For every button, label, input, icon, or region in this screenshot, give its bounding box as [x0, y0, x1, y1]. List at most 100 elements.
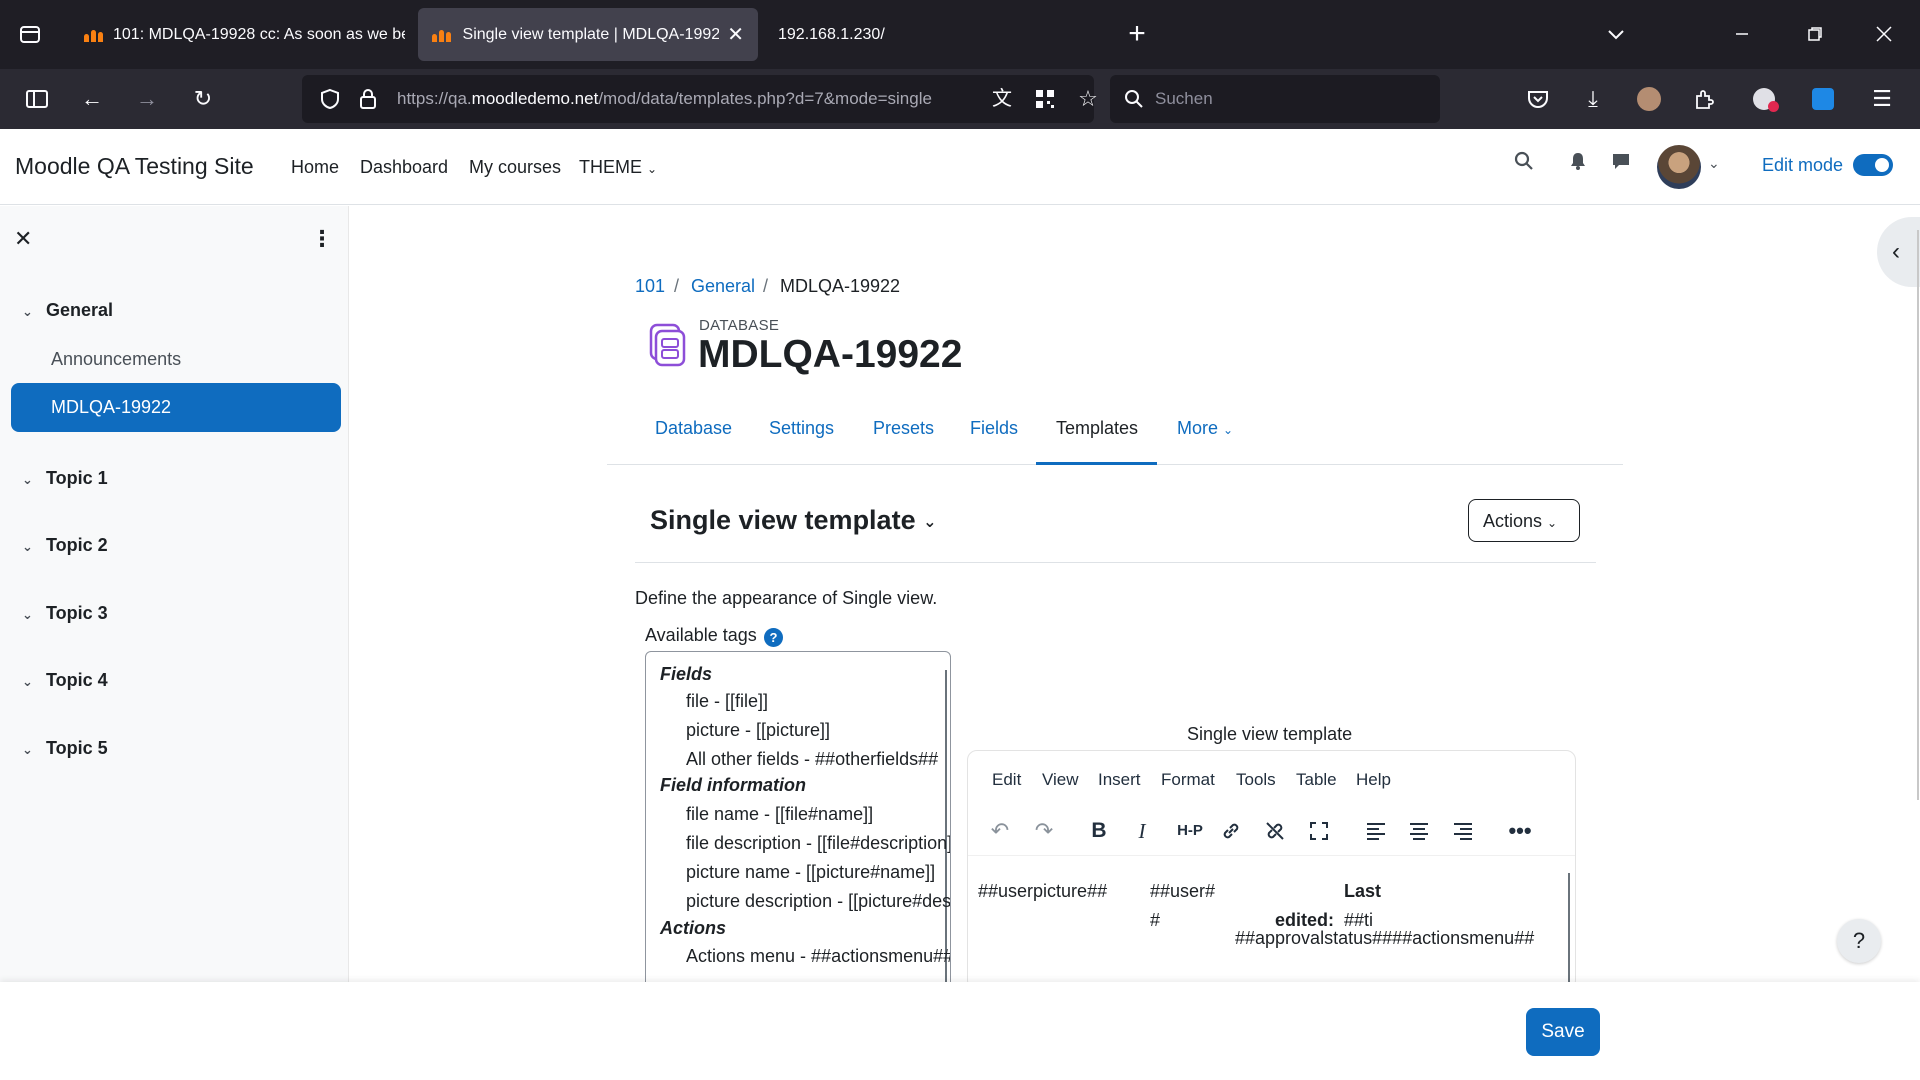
notifications-bell-icon[interactable] — [1569, 151, 1587, 177]
tag-item[interactable]: Actions menu - ##actionsmenu## — [686, 946, 950, 967]
user-avatar[interactable] — [1657, 145, 1701, 189]
unlink-icon[interactable] — [1258, 815, 1292, 847]
downloads-icon[interactable]: ⤓ — [1573, 79, 1613, 119]
tag-item[interactable]: file name - [[file#name]] — [686, 804, 873, 825]
new-tab-icon[interactable]: + — [1117, 14, 1157, 54]
tab-templates[interactable]: Templates — [1056, 418, 1138, 439]
close-tab-icon[interactable]: ✕ — [719, 22, 744, 47]
editor-menu-insert[interactable]: Insert — [1098, 770, 1141, 790]
breadcrumb-course[interactable]: 101 — [635, 276, 665, 297]
undo-icon[interactable]: ↶ — [983, 815, 1017, 847]
tab-presets[interactable]: Presets — [873, 418, 934, 439]
section-topic-4[interactable]: ⌄ Topic 4 — [22, 670, 108, 691]
nav-my-courses[interactable]: My courses — [469, 157, 561, 178]
tag-item[interactable]: picture description - [[picture#descript… — [686, 891, 950, 912]
translate-icon[interactable]: 文 — [982, 79, 1022, 119]
extension-app-icon[interactable] — [1803, 79, 1843, 119]
editor-menu-format[interactable]: Format — [1161, 770, 1215, 790]
tab-database[interactable]: Database — [655, 418, 732, 439]
chevron-down-icon[interactable]: ⌄ — [22, 304, 40, 320]
search-icon[interactable] — [1514, 151, 1534, 177]
editor-scrollbar[interactable] — [1568, 873, 1570, 989]
chevron-down-icon[interactable]: ⌄ — [22, 472, 40, 488]
nav-dashboard[interactable]: Dashboard — [360, 157, 448, 178]
address-bar[interactable]: https://qa.moodledemo.net/mod/data/templ… — [302, 75, 1098, 123]
close-window-icon[interactable] — [1864, 14, 1904, 54]
tag-item[interactable]: All other fields - ##otherfields## — [686, 749, 938, 770]
template-selector[interactable]: Single view template ⌄ — [650, 505, 937, 536]
tab-settings[interactable]: Settings — [769, 418, 834, 439]
h5p-icon[interactable]: H-P — [1173, 815, 1207, 847]
nav-home[interactable]: Home — [291, 157, 339, 178]
more-toolbar-icon[interactable]: ••• — [1503, 815, 1537, 847]
tag-item[interactable]: file - [[file]] — [686, 691, 768, 712]
browser-search-input[interactable]: Suchen — [1110, 75, 1440, 123]
lock-icon[interactable] — [348, 79, 388, 119]
editor-menu-view[interactable]: View — [1042, 770, 1079, 790]
tags-scrollbar[interactable] — [945, 670, 947, 990]
align-center-icon[interactable] — [1402, 815, 1436, 847]
section-topic-1[interactable]: ⌄ Topic 1 — [22, 468, 108, 489]
breadcrumb-section[interactable]: General — [691, 276, 755, 297]
drawer-options-kebab-icon[interactable]: ⋮ — [311, 226, 333, 252]
chevron-down-icon[interactable]: ⌄ — [22, 539, 40, 555]
help-question-icon[interactable]: ? — [764, 628, 783, 647]
available-tags-list[interactable]: Fields file - [[file]] picture - [[pictu… — [645, 651, 951, 991]
nav-theme[interactable]: THEME ⌄ — [579, 157, 657, 178]
editor-menu-table[interactable]: Table — [1296, 770, 1337, 790]
activity-announcements[interactable]: Announcements — [51, 349, 181, 370]
qr-code-icon[interactable] — [1025, 79, 1065, 119]
close-drawer-icon[interactable]: ✕ — [14, 226, 32, 252]
edit-mode-label[interactable]: Edit mode — [1762, 155, 1843, 176]
tag-item[interactable]: picture name - [[picture#name]] — [686, 862, 935, 883]
messages-icon[interactable] — [1611, 151, 1631, 177]
redo-icon[interactable]: ↷ — [1027, 815, 1061, 847]
back-arrow-icon[interactable]: ← — [72, 79, 112, 119]
tab-fields[interactable]: Fields — [970, 418, 1018, 439]
sidebar-toggle-icon[interactable] — [17, 79, 57, 119]
tab-more[interactable]: More ⌄ — [1177, 418, 1233, 439]
editor-menu-tools[interactable]: Tools — [1236, 770, 1276, 790]
minimize-window-icon[interactable] — [1722, 14, 1762, 54]
user-menu-chevron-icon[interactable]: ⌄ — [1708, 155, 1720, 172]
section-topic-3[interactable]: ⌄ Topic 3 — [22, 603, 108, 624]
menu-hamburger-icon[interactable]: ☰ — [1862, 79, 1902, 119]
section-general[interactable]: ⌄ General — [22, 300, 113, 321]
editor-menu-help[interactable]: Help — [1356, 770, 1391, 790]
site-name[interactable]: Moodle QA Testing Site — [15, 153, 254, 180]
chevron-down-icon[interactable]: ⌄ — [22, 742, 40, 758]
align-right-icon[interactable] — [1446, 815, 1480, 847]
open-block-drawer-icon[interactable]: ‹ — [1877, 217, 1920, 287]
browser-tab-3[interactable]: 192.168.1.230/ — [764, 8, 1064, 61]
bookmark-star-icon[interactable]: ☆ — [1068, 79, 1108, 119]
chevron-down-icon[interactable]: ⌄ — [22, 674, 40, 690]
fullscreen-icon[interactable] — [1302, 815, 1336, 847]
extension-badge-icon[interactable] — [1744, 79, 1784, 119]
editor-content-area[interactable]: ##userpicture## ##user# # Last edited: #… — [968, 857, 1575, 989]
section-topic-2[interactable]: ⌄ Topic 2 — [22, 535, 108, 556]
actions-button[interactable]: Actions ⌄ — [1468, 499, 1580, 542]
editor-menu-edit[interactable]: Edit — [992, 770, 1021, 790]
link-icon[interactable] — [1214, 815, 1248, 847]
browser-tab-2[interactable]: Single view template | MDLQA-19922 | ✕ — [418, 8, 758, 61]
chevron-down-icon[interactable]: ⌄ — [22, 607, 40, 623]
bold-icon[interactable]: B — [1082, 815, 1116, 847]
page-scrollbar[interactable] — [1917, 230, 1919, 800]
extensions-icon[interactable] — [1684, 79, 1724, 119]
tag-item[interactable]: file description - [[file#description]] — [686, 833, 950, 854]
forward-arrow-icon[interactable]: → — [127, 79, 167, 119]
account-avatar-icon[interactable] — [1629, 79, 1669, 119]
tag-item[interactable]: picture - [[picture]] — [686, 720, 830, 741]
italic-icon[interactable]: I — [1125, 815, 1159, 847]
tab-overview-icon[interactable] — [10, 14, 50, 54]
tracking-shield-icon[interactable] — [310, 79, 350, 119]
edit-mode-toggle[interactable] — [1853, 154, 1893, 176]
pocket-icon[interactable] — [1518, 79, 1558, 119]
section-topic-5[interactable]: ⌄ Topic 5 — [22, 738, 108, 759]
list-tabs-chevron-icon[interactable] — [1596, 14, 1636, 54]
save-button[interactable]: Save — [1526, 1008, 1600, 1056]
reload-icon[interactable]: ↻ — [183, 79, 223, 119]
align-left-icon[interactable] — [1359, 815, 1393, 847]
activity-mdlqa-19922[interactable]: MDLQA-19922 — [11, 383, 341, 432]
help-button[interactable]: ? — [1837, 919, 1881, 963]
